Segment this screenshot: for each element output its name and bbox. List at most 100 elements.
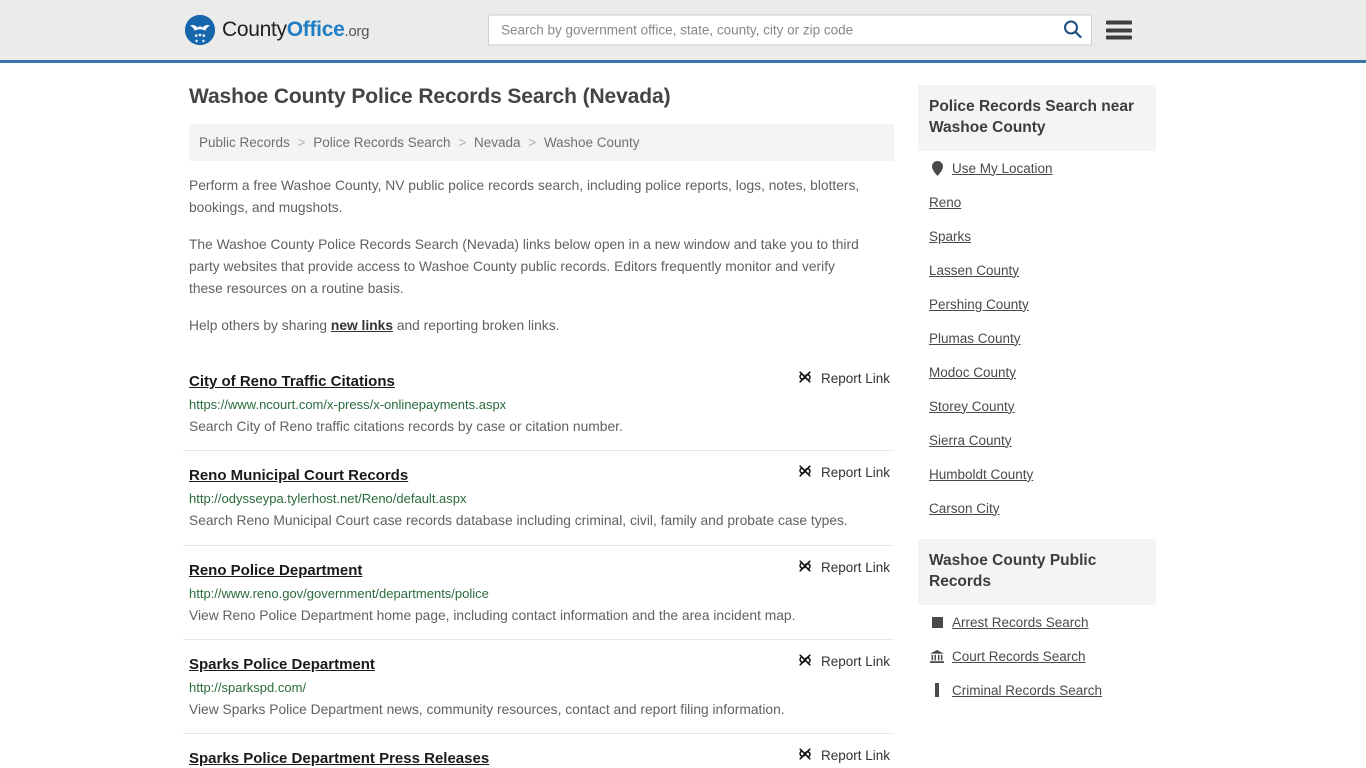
sidebar-public-records-title: Washoe County Public Records [918,539,1156,606]
intro-p3-before: Help others by sharing [189,317,331,333]
search-submit-button[interactable] [1061,19,1083,41]
result-url-link[interactable]: http://www.reno.gov/government/departmen… [189,586,890,601]
sidebar: Police Records Search near Washoe County… [918,85,1156,707]
sidebar-link[interactable]: Arrest Records Search [952,615,1089,630]
breadcrumb-item-public-records[interactable]: Public Records [199,135,290,150]
result-row: Reno Police Department Report Link http:… [183,544,894,639]
sidebar-item-reno[interactable]: Reno [918,185,1156,219]
report-link-label: Report Link [820,559,890,575]
square-badge-icon [929,616,945,628]
sidebar-item-humboldt-county[interactable]: Humboldt County [918,457,1156,491]
breadcrumb: Public Records > Police Records Search >… [189,124,894,161]
result-url-link[interactable]: http://odysseypa.tylerhost.net/Reno/defa… [189,491,890,506]
report-link-button[interactable]: Report Link [797,746,890,765]
report-link-button[interactable]: Report Link [797,369,890,388]
eagle-shield-logo-icon [185,15,215,45]
sidebar-link[interactable]: Plumas County [929,331,1021,346]
page-title: Washoe County Police Records Search (Nev… [189,85,671,108]
result-description: Search Reno Municipal Court case records… [189,513,848,529]
hamburger-bar [1106,20,1132,25]
result-row: Sparks Police Department Press Releases … [183,733,894,768]
intro-p3-after: and reporting broken links. [393,317,560,333]
results-list: City of Reno Traffic Citations Report Li… [183,357,894,768]
sidebar-link[interactable]: Reno [929,195,961,210]
sidebar-link[interactable]: Humboldt County [929,467,1033,482]
report-link-button[interactable]: Report Link [797,463,890,482]
result-title-link[interactable]: City of Reno Traffic Citations [189,373,395,390]
sidebar-nearby-list: Use My Location Reno Sparks Lassen Count… [918,151,1156,525]
hamburger-menu-icon[interactable] [1106,20,1132,40]
intro-paragraph-3: Help others by sharing new links and rep… [189,315,894,337]
result-description: View Reno Police Department home page, i… [189,607,796,623]
header-search-area [488,14,1132,46]
sidebar-link[interactable]: Modoc County [929,365,1016,380]
sidebar-item-lassen-county[interactable]: Lassen County [918,253,1156,287]
report-link-button[interactable]: Report Link [797,652,890,671]
report-link-label: Report Link [820,465,890,481]
sidebar-item-arrest-records-search[interactable]: Arrest Records Search [918,605,1156,639]
result-url-link[interactable]: https://www.ncourt.com/x-press/x-onlinep… [189,397,890,412]
result-row: Sparks Police Department Report Link htt… [183,639,894,733]
breadcrumb-item-nevada[interactable]: Nevada [474,135,521,150]
broken-link-icon [797,746,813,765]
sidebar-link[interactable]: Sierra County [929,433,1012,448]
sidebar-item-court-records-search[interactable]: Court Records Search [918,639,1156,673]
brand-name-part1: County [222,18,287,41]
result-header: Sparks Police Department Press Releases … [189,747,890,767]
result-title-link[interactable]: Sparks Police Department Press Releases [189,750,489,767]
map-pin-icon [929,160,945,176]
sidebar-item-plumas-county[interactable]: Plumas County [918,321,1156,355]
result-title-link[interactable]: Reno Municipal Court Records [189,467,408,484]
result-header: Reno Municipal Court Records Report Link [189,464,890,484]
breadcrumb-separator: > [297,135,306,150]
result-url-link[interactable]: http://sparkspd.com/ [189,680,890,695]
brand-wordmark: CountyOffice.org [222,18,369,42]
sidebar-item-storey-county[interactable]: Storey County [918,389,1156,423]
result-header: Reno Police Department Report Link [189,559,890,579]
breadcrumb-separator: > [528,135,537,150]
sidebar-item-carson-city[interactable]: Carson City [918,491,1156,525]
hamburger-bar [1106,28,1132,32]
sidebar-link[interactable]: Storey County [929,399,1015,414]
report-link-button[interactable]: Report Link [797,558,890,577]
sidebar-link[interactable]: Pershing County [929,297,1029,312]
sidebar-link[interactable]: Court Records Search [952,649,1086,664]
breadcrumb-item-washoe-county[interactable]: Washoe County [544,135,640,150]
breadcrumb-item-police-records-search[interactable]: Police Records Search [313,135,450,150]
sidebar-item-sparks[interactable]: Sparks [918,219,1156,253]
main-content-column: Washoe County Police Records Search (Nev… [183,85,910,768]
header-inner: CountyOffice.org [183,0,1183,60]
result-title-link[interactable]: Reno Police Department [189,562,362,579]
page-container: Washoe County Police Records Search (Nev… [183,63,1183,768]
result-header: City of Reno Traffic Citations Report Li… [189,370,890,390]
brand-name-part2: Office [286,18,345,41]
broken-link-icon [797,558,813,577]
sidebar-item-criminal-records-search[interactable]: Criminal Records Search [918,673,1156,707]
report-link-label: Report Link [820,748,890,764]
sidebar-link[interactable]: Criminal Records Search [952,683,1102,698]
sidebar-link[interactable]: Use My Location [952,161,1053,176]
sidebar-item-sierra-county[interactable]: Sierra County [918,423,1156,457]
sidebar-link[interactable]: Carson City [929,501,1000,516]
result-row: City of Reno Traffic Citations Report Li… [183,357,894,450]
sidebar-item-pershing-county[interactable]: Pershing County [918,287,1156,321]
site-logo-link[interactable]: CountyOffice.org [185,15,369,45]
search-input[interactable] [499,21,1061,39]
sidebar-item-modoc-county[interactable]: Modoc County [918,355,1156,389]
brand-tld: .org [344,23,370,40]
result-row: Reno Municipal Court Records Report Link… [183,450,894,544]
hamburger-bar [1106,35,1132,40]
broken-link-icon [797,463,813,482]
broken-link-icon [797,369,813,388]
sidebar-link[interactable]: Lassen County [929,263,1019,278]
search-box[interactable] [488,14,1092,46]
result-description: View Sparks Police Department news, comm… [189,702,785,718]
intro-paragraph-2: The Washoe County Police Records Search … [189,236,859,297]
site-header: CountyOffice.org [0,0,1366,63]
result-title-link[interactable]: Sparks Police Department [189,656,375,673]
report-link-label: Report Link [820,654,890,670]
sidebar-item-use-my-location[interactable]: Use My Location [918,151,1156,185]
new-links-link[interactable]: new links [331,318,393,333]
sidebar-link[interactable]: Sparks [929,229,971,244]
